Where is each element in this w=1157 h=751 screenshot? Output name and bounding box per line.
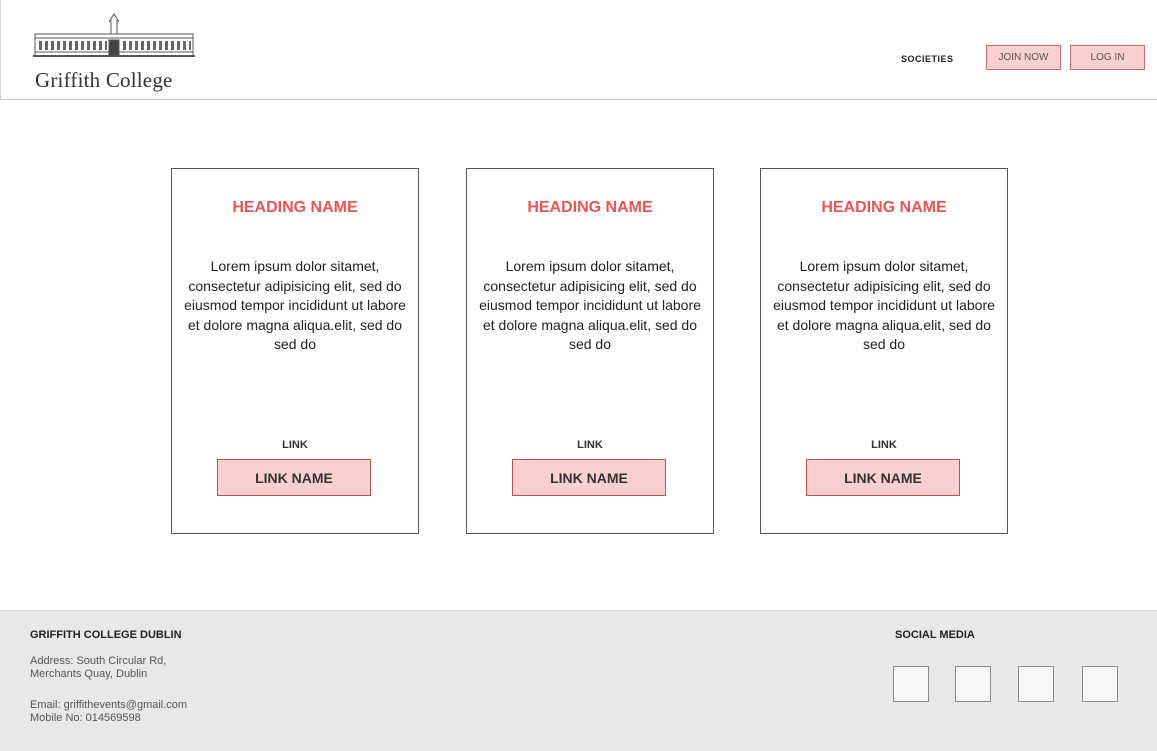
log-in-button[interactable]: LOG IN bbox=[1070, 45, 1145, 70]
social-media-title: SOCIAL MEDIA bbox=[895, 629, 975, 641]
logo-text: Griffith College bbox=[35, 68, 173, 92]
card-link-button[interactable]: LINK NAME bbox=[217, 459, 371, 496]
nav-societies-link[interactable]: SOCIETIES bbox=[901, 54, 954, 64]
contact-email[interactable]: Email: griffithevents@gmail.com bbox=[30, 699, 290, 712]
card-heading: HEADING NAME bbox=[232, 199, 358, 216]
info-card: HEADING NAME Lorem ipsum dolor sitamet, … bbox=[171, 168, 419, 534]
address-line-1: Address: South Circular Rd, bbox=[30, 655, 167, 667]
card-body-text: Lorem ipsum dolor sitamet, consectetur a… bbox=[479, 258, 701, 352]
site-footer: GRIFFITH COLLEGE DUBLIN Address: South C… bbox=[0, 610, 1157, 751]
card-link-label: LINK bbox=[282, 439, 308, 451]
card-link-label: LINK bbox=[871, 439, 897, 451]
card-heading: HEADING NAME bbox=[821, 199, 947, 216]
contact-mobile: Mobile No: 014569598 bbox=[30, 712, 141, 724]
card-link-button[interactable]: LINK NAME bbox=[806, 459, 960, 496]
card-body-text: Lorem ipsum dolor sitamet, consectetur a… bbox=[773, 258, 995, 352]
card-link-label: LINK bbox=[577, 439, 603, 451]
address-line-2: Merchants Quay, Dublin bbox=[30, 668, 148, 680]
social-icon-3[interactable] bbox=[1018, 666, 1054, 702]
info-card: HEADING NAME Lorem ipsum dolor sitamet, … bbox=[466, 168, 714, 534]
footer-contact: Email: griffithevents@gmail.com Mobile N… bbox=[30, 699, 290, 725]
footer-address: Address: South Circular Rd, Merchants Qu… bbox=[30, 655, 250, 681]
college-building-icon bbox=[33, 13, 195, 57]
card-heading: HEADING NAME bbox=[527, 199, 653, 216]
footer-title: GRIFFITH COLLEGE DUBLIN bbox=[30, 629, 182, 641]
join-now-button[interactable]: JOIN NOW bbox=[986, 45, 1061, 70]
card-body-text: Lorem ipsum dolor sitamet, consectetur a… bbox=[184, 258, 406, 352]
social-icon-2[interactable] bbox=[955, 666, 991, 702]
info-card: HEADING NAME Lorem ipsum dolor sitamet, … bbox=[760, 168, 1008, 534]
social-icon-4[interactable] bbox=[1082, 666, 1118, 702]
social-icon-1[interactable] bbox=[893, 666, 929, 702]
griffith-college-logo[interactable]: Griffith College bbox=[31, 12, 201, 92]
site-header: Griffith College SOCIETIES JOIN NOW LOG … bbox=[0, 0, 1157, 100]
card-link-button[interactable]: LINK NAME bbox=[512, 459, 666, 496]
